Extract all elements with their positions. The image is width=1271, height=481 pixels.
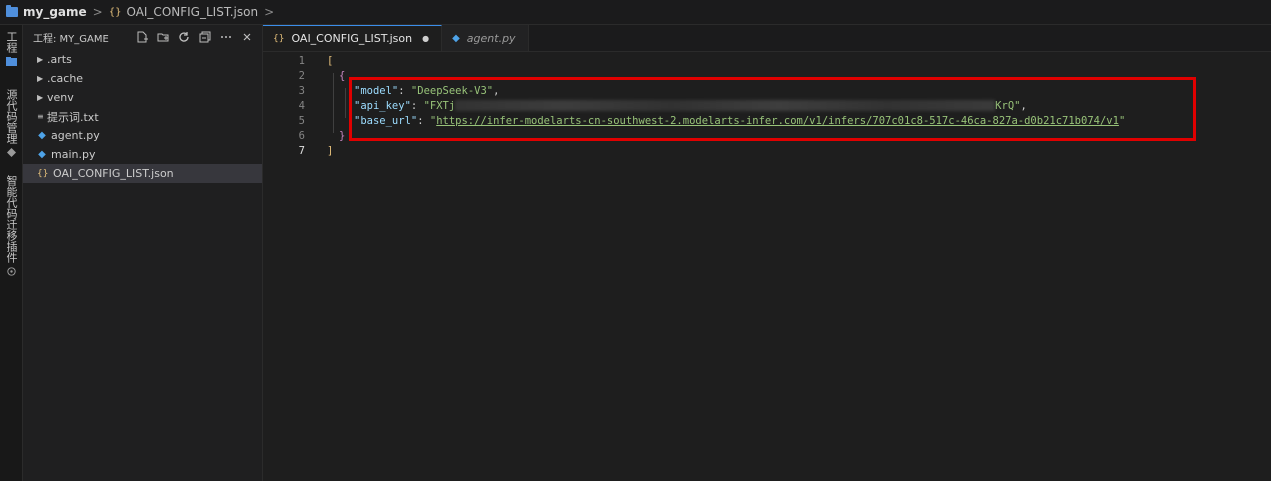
explorer-sidebar: 工程: MY_GAME ▶ .arts ▶ .cache ▶ venv ≡ 提示… [23, 25, 263, 481]
highlight-annotation-box [349, 77, 1196, 141]
breadcrumb-separator-end: > [264, 5, 275, 19]
tree-item-label: .cache [47, 72, 84, 85]
breadcrumb-separator: > [92, 5, 103, 19]
close-icon[interactable] [240, 30, 254, 44]
close-bracket: ] [327, 144, 334, 157]
activity-bar: 工程 源代码管理 智能代码迁移插件 [0, 25, 23, 481]
source-control-icon [6, 148, 16, 157]
line-number: 7 [298, 144, 305, 157]
tree-item-agent-py[interactable]: ◆ agent.py [23, 126, 262, 145]
chevron-right-icon: ▶ [37, 74, 44, 83]
code-line-1: 1 [ [263, 53, 1271, 68]
migration-icon [6, 267, 16, 276]
activity-tab-label: 工程 [5, 31, 18, 53]
tab-oai-config[interactable]: {} OAI_CONFIG_LIST.json ● [263, 25, 443, 51]
folder-icon [5, 57, 17, 66]
line-number: 1 [298, 54, 305, 67]
tree-item-label: main.py [51, 148, 96, 161]
line-number: 4 [298, 99, 305, 112]
line-number: 3 [298, 84, 305, 97]
chevron-right-icon: ▶ [37, 55, 44, 64]
python-file-icon: ◆ [38, 149, 46, 160]
folder-icon [6, 5, 18, 17]
open-bracket: [ [327, 54, 334, 67]
tab-label: OAI_CONFIG_LIST.json [291, 32, 413, 45]
activity-tab-project[interactable]: 工程 [0, 31, 22, 66]
line-number: 6 [298, 129, 305, 142]
chevron-right-icon: ▶ [37, 93, 44, 102]
json-file-icon: {} [37, 168, 49, 179]
tree-item-prompt-txt[interactable]: ≡ 提示词.txt [23, 107, 262, 126]
tree-item-cache[interactable]: ▶ .cache [23, 69, 262, 88]
tree-item-label: .arts [47, 53, 72, 66]
activity-tab-source-control[interactable]: 源代码管理 [0, 89, 22, 157]
explorer-header: 工程: MY_GAME [23, 25, 262, 50]
python-file-icon: ◆ [38, 130, 46, 141]
new-folder-icon[interactable] [156, 30, 170, 44]
python-file-icon: ◆ [452, 32, 460, 44]
unsaved-dot-icon[interactable]: ● [422, 34, 429, 43]
tab-agent-py[interactable]: ◆ agent.py [442, 25, 529, 51]
tree-item-label: agent.py [51, 129, 100, 142]
tree-item-oai-config[interactable]: {} OAI_CONFIG_LIST.json [23, 164, 262, 183]
tree-item-label: 提示词.txt [47, 110, 99, 124]
activity-tab-label: 源代码管理 [5, 89, 18, 144]
collapse-icon[interactable] [198, 30, 212, 44]
explorer-title: 工程: MY_GAME [33, 34, 109, 45]
file-tree: ▶ .arts ▶ .cache ▶ venv ≡ 提示词.txt ◆ agen… [23, 50, 262, 183]
breadcrumb-file[interactable]: OAI_CONFIG_LIST.json [126, 5, 258, 19]
tab-label: agent.py [466, 31, 516, 45]
json-file-icon: {} [108, 6, 122, 18]
activity-tab-migration[interactable]: 智能代码迁移插件 [0, 175, 22, 276]
open-brace: { [339, 69, 346, 82]
new-file-icon[interactable] [135, 30, 149, 44]
close-brace: } [339, 129, 346, 142]
more-icon[interactable] [219, 30, 233, 44]
code-line-7: 7 ] [263, 143, 1271, 158]
json-file-icon: {} [273, 33, 285, 44]
refresh-icon[interactable] [177, 30, 191, 44]
tree-item-label: OAI_CONFIG_LIST.json [53, 167, 174, 180]
line-number: 2 [298, 69, 305, 82]
line-number: 5 [298, 114, 305, 127]
text-file-icon: ≡ [37, 112, 44, 121]
tree-item-main-py[interactable]: ◆ main.py [23, 145, 262, 164]
breadcrumb-project[interactable]: my_game [23, 5, 87, 19]
activity-tab-label: 智能代码迁移插件 [5, 175, 18, 263]
editor-tabs: {} OAI_CONFIG_LIST.json ● ◆ agent.py [263, 25, 1271, 52]
tree-item-label: venv [47, 91, 74, 104]
tree-item-venv[interactable]: ▶ venv [23, 88, 262, 107]
tree-item-arts[interactable]: ▶ .arts [23, 50, 262, 69]
breadcrumb-bar: my_game > {} OAI_CONFIG_LIST.json > [0, 0, 1271, 25]
